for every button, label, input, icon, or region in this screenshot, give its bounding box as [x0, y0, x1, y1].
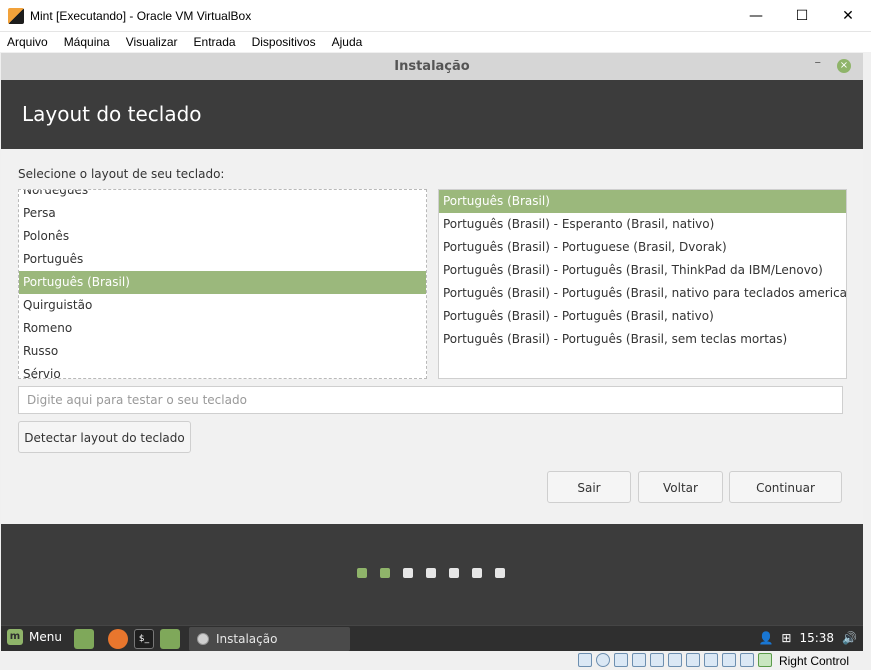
host-menu-bar: Arquivo Máquina Visualizar Entrada Dispo…: [0, 32, 871, 52]
cpu-icon[interactable]: [722, 653, 736, 667]
list-item-selected[interactable]: Português (Brasil): [19, 271, 426, 294]
progress-dot-2: [380, 568, 390, 578]
menu-visualizar[interactable]: Visualizar: [126, 35, 178, 49]
audio-icon[interactable]: [614, 653, 628, 667]
taskbar-installer-label: Instalação: [216, 632, 278, 646]
back-button[interactable]: Voltar: [638, 471, 723, 503]
mouse-integration-icon[interactable]: [740, 653, 754, 667]
progress-dots: [1, 524, 863, 625]
variant-item[interactable]: Português (Brasil) - Esperanto (Brasil, …: [439, 213, 846, 236]
list-item[interactable]: Quirguistão: [19, 294, 426, 317]
page-title: Layout do teclado: [22, 102, 202, 126]
optical-drive-icon[interactable]: [596, 653, 610, 667]
variant-item-selected[interactable]: Português (Brasil): [439, 190, 846, 213]
variant-list[interactable]: Português (Brasil) Português (Brasil) - …: [438, 189, 847, 379]
menu-ajuda[interactable]: Ajuda: [332, 35, 363, 49]
close-button[interactable]: ✕: [825, 0, 871, 31]
window-border: [863, 53, 871, 651]
display-icon[interactable]: [686, 653, 700, 667]
variant-item[interactable]: Português (Brasil) - Portuguese (Brasil,…: [439, 236, 846, 259]
hard-disk-icon[interactable]: [578, 653, 592, 667]
disc-icon: [197, 633, 209, 645]
step-header: Layout do teclado: [1, 80, 863, 149]
recording-icon[interactable]: [704, 653, 718, 667]
mint-logo-icon: m: [7, 629, 23, 645]
list-item[interactable]: Persa: [19, 202, 426, 225]
host-title-bar: Mint [Executando] - Oracle VM VirtualBox…: [0, 0, 871, 32]
network-adapter-icon[interactable]: [632, 653, 646, 667]
list-item[interactable]: Russo: [19, 340, 426, 363]
clock[interactable]: 15:38: [799, 631, 834, 645]
firefox-icon[interactable]: [108, 629, 128, 649]
system-tray: 👤 ⊞ 15:38 🔊: [750, 631, 857, 645]
volume-icon[interactable]: 🔊: [842, 631, 857, 645]
progress-dot-7: [495, 568, 505, 578]
user-icon[interactable]: 👤: [758, 631, 773, 645]
variant-item[interactable]: Português (Brasil) - Português (Brasil, …: [439, 328, 846, 351]
progress-dot-1: [357, 568, 367, 578]
network-icon[interactable]: ⊞: [781, 631, 791, 645]
main-content: Selecione o layout de seu teclado: Norue…: [1, 149, 863, 524]
taskbar-installer[interactable]: Instalação: [189, 627, 350, 651]
continue-button[interactable]: Continuar: [729, 471, 842, 503]
show-desktop-icon[interactable]: [74, 629, 94, 649]
variant-item[interactable]: Português (Brasil) - Português (Brasil, …: [439, 259, 846, 282]
variant-item[interactable]: Português (Brasil) - Português (Brasil, …: [439, 305, 846, 328]
window-title: Mint [Executando] - Oracle VM VirtualBox: [30, 8, 252, 23]
keyboard-test-input[interactable]: [18, 386, 843, 414]
menu-entrada[interactable]: Entrada: [194, 35, 236, 49]
installer-minimize-button[interactable]: –: [815, 55, 822, 70]
installer-title: Instalação: [394, 59, 470, 74]
keyboard-capture-icon[interactable]: [758, 653, 772, 667]
layout-prompt: Selecione o layout de seu teclado:: [18, 167, 225, 181]
maximize-button[interactable]: ☐: [779, 0, 825, 31]
progress-dot-6: [472, 568, 482, 578]
list-item[interactable]: Norueguês: [19, 190, 426, 202]
terminal-icon[interactable]: $_: [134, 629, 154, 649]
menu-dispositivos[interactable]: Dispositivos: [252, 35, 316, 49]
installer-close-button[interactable]: ×: [837, 59, 851, 73]
usb-icon[interactable]: [650, 653, 664, 667]
minimize-button[interactable]: —: [733, 0, 779, 31]
vbox-status-bar: Right Control: [0, 651, 871, 670]
list-item[interactable]: Português: [19, 248, 426, 271]
mint-menu-button[interactable]: m Menu: [7, 629, 62, 645]
progress-dot-5: [449, 568, 459, 578]
progress-dot-4: [426, 568, 436, 578]
list-item[interactable]: Polonês: [19, 225, 426, 248]
list-item[interactable]: Romeno: [19, 317, 426, 340]
variant-item[interactable]: Português (Brasil) - Português (Brasil, …: [439, 282, 846, 305]
quit-button[interactable]: Sair: [547, 471, 631, 503]
installer-title-bar: Instalação – ×: [1, 53, 863, 80]
menu-label: Menu: [29, 630, 62, 644]
shared-folders-icon[interactable]: [668, 653, 682, 667]
menu-arquivo[interactable]: Arquivo: [7, 35, 48, 49]
guest-panel: m Menu $_ Instalação 👤 ⊞ 15:38 🔊: [1, 625, 863, 652]
list-item[interactable]: Sérvio: [19, 363, 426, 378]
menu-maquina[interactable]: Máquina: [64, 35, 110, 49]
host-key-label: Right Control: [778, 654, 849, 668]
files-icon[interactable]: [160, 629, 180, 649]
detect-layout-button[interactable]: Detectar layout do teclado: [18, 421, 191, 453]
virtualbox-icon: [8, 7, 24, 24]
layout-list[interactable]: Norueguês Persa Polonês Português Portug…: [18, 189, 427, 379]
progress-dot-3: [403, 568, 413, 578]
